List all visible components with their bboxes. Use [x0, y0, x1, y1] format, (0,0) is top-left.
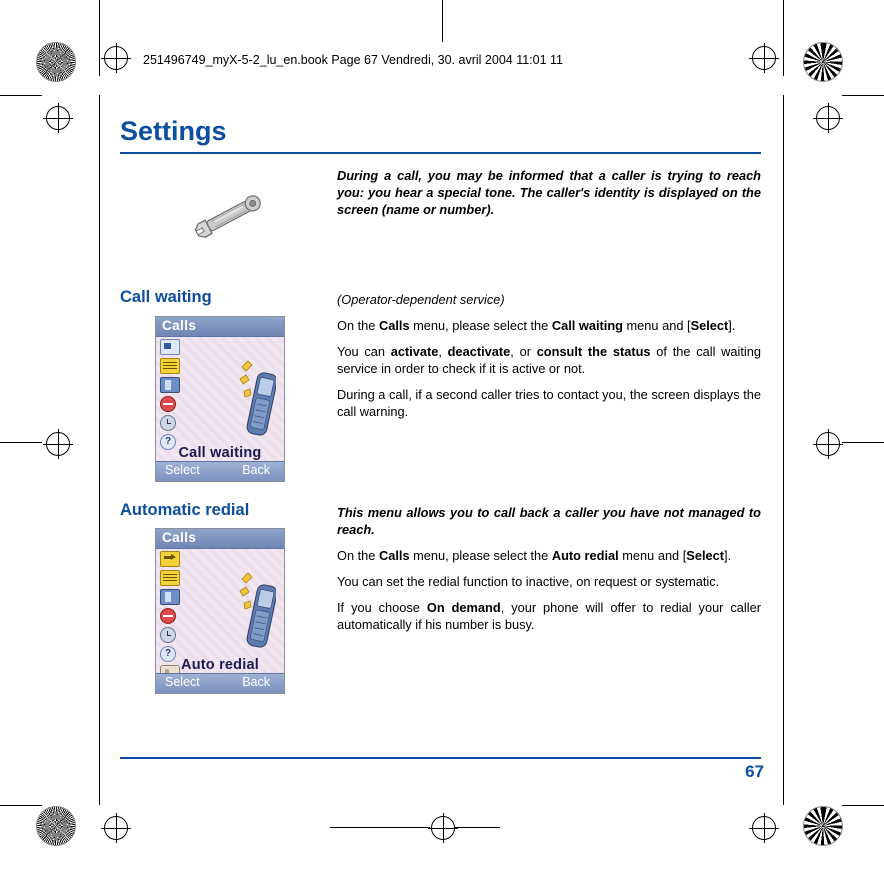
intro-paragraph: During a call, you may be informed that … [337, 167, 761, 218]
softkey-select[interactable]: Select [165, 463, 200, 477]
section-heading-call-waiting: Call waiting [120, 288, 212, 306]
phone-title-label: Calls [162, 318, 197, 333]
title-rule [120, 152, 761, 154]
page-title: Settings [120, 116, 227, 146]
menu-icon-phone [160, 589, 180, 605]
phone-menu-icon-column: ? [160, 339, 184, 453]
page-number: 67 [745, 762, 764, 781]
phone-titlebar: Calls [156, 529, 284, 549]
menu-icon-clock [160, 415, 176, 431]
section-heading-automatic-redial: Automatic redial [120, 501, 250, 519]
paragraph: You can set the redial function to inact… [337, 574, 720, 589]
wrench-icon [190, 186, 270, 246]
phone-handset-illustration [238, 359, 278, 441]
phone-screen-body: ? [156, 549, 284, 681]
paragraph: If you choose On demand, your phone will… [337, 600, 761, 632]
softkey-back[interactable]: Back [242, 463, 270, 477]
menu-icon-list [160, 570, 180, 586]
phone-screenshot-call-waiting: Calls ? Call waiting Select Back [155, 316, 285, 482]
paragraph: (Operator-dependent service) [337, 292, 505, 307]
phone-softkey-bar: Select Back [156, 461, 284, 481]
menu-icon-arrow [160, 551, 180, 567]
phone-titlebar: Calls [156, 317, 284, 337]
phone-screen-body: ? [156, 337, 284, 461]
paragraph: You can activate, deactivate, or consult… [337, 344, 761, 376]
phone-handset-illustration [238, 571, 278, 653]
phone-title-label: Calls [162, 530, 197, 545]
section-body-call-waiting: (Operator-dependent service) On the Call… [337, 291, 761, 420]
menu-icon-forbidden [160, 608, 176, 624]
menu-icon-list [160, 358, 180, 374]
page-content: Settings During a call, you may be infor… [0, 0, 884, 884]
menu-icon-clock [160, 627, 176, 643]
phone-screenshot-auto-redial: Calls ? Auto redial Select Back [155, 528, 285, 694]
phone-softkey-bar: Select Back [156, 673, 284, 693]
menu-icon-forbidden [160, 396, 176, 412]
paragraph: This menu allows you to call back a call… [337, 505, 761, 537]
paragraph: On the Calls menu, please select the Cal… [337, 318, 736, 333]
phone-caption: Call waiting [178, 445, 262, 461]
paragraph: During a call, if a second caller tries … [337, 387, 761, 419]
phone-caption: Auto redial [181, 657, 259, 673]
section-body-automatic-redial: This menu allows you to call back a call… [337, 504, 761, 633]
softkey-select[interactable]: Select [165, 675, 200, 689]
paragraph: On the Calls menu, please select the Aut… [337, 548, 732, 563]
softkey-back[interactable]: Back [242, 675, 270, 689]
intro-text: During a call, you may be informed that … [337, 168, 761, 217]
footer-rule [120, 757, 761, 759]
menu-icon-screen [160, 339, 180, 355]
menu-icon-phone [160, 377, 180, 393]
